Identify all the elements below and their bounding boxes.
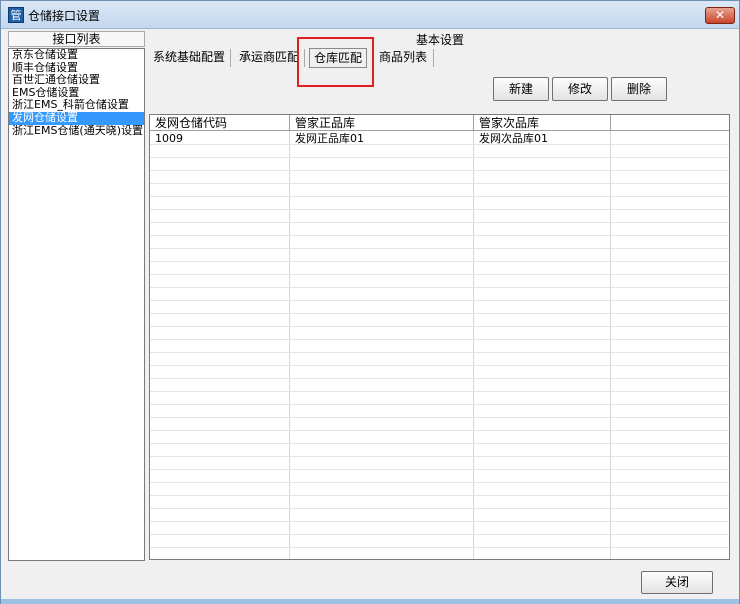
interface-list[interactable]: 京东仓储设置 顺丰仓储设置 百世汇通仓储设置 EMS仓储设置 浙江EMS_科箭仓…	[8, 48, 145, 561]
sidebar-item-best[interactable]: 百世汇通仓储设置	[9, 74, 144, 87]
sidebar-item-zj-ems-kejian[interactable]: 浙江EMS_科箭仓储设置	[9, 99, 144, 112]
empty-table-row	[150, 210, 729, 223]
dialog-window: 管 仓储接口设置 ✕ 接口列表 京东仓储设置 顺丰仓储设置 百世汇通仓储设置 E…	[0, 0, 740, 604]
window-bottom-edge	[1, 599, 739, 604]
empty-table-row	[150, 249, 729, 262]
empty-table-row	[150, 223, 729, 236]
cell-defective-stock: 发网次品库01	[479, 132, 548, 145]
empty-table-row	[150, 145, 729, 158]
empty-table-row	[150, 405, 729, 418]
cell-fawang-code: 1009	[155, 132, 183, 145]
sidebar-item-sf[interactable]: 顺丰仓储设置	[9, 62, 144, 75]
empty-table-row	[150, 379, 729, 392]
table-header: 发网仓储代码 管家正品库 管家次品库	[150, 115, 729, 131]
empty-table-row	[150, 288, 729, 301]
empty-table-row	[150, 353, 729, 366]
close-button[interactable]: 关闭	[641, 571, 713, 594]
window-close-icon[interactable]: ✕	[705, 7, 735, 24]
sidebar-item-fawang[interactable]: 发网仓储设置	[9, 111, 144, 125]
delete-button[interactable]: 删除	[611, 77, 667, 101]
cell-empty	[611, 132, 729, 145]
empty-table-row	[150, 470, 729, 483]
empty-table-row	[150, 171, 729, 184]
tab-divider	[230, 49, 231, 67]
empty-table-row	[150, 327, 729, 340]
tab-carrier-match[interactable]: 承运商匹配	[237, 46, 301, 68]
table-row[interactable]: 1009 发网正品库01 发网次品库01	[150, 132, 729, 145]
empty-table-row	[150, 444, 729, 457]
empty-table-row	[150, 236, 729, 249]
sidebar-item-ems[interactable]: EMS仓储设置	[9, 87, 144, 100]
tab-system-config[interactable]: 系统基础配置	[151, 46, 227, 68]
new-button[interactable]: 新建	[493, 77, 549, 101]
cell-good-stock: 发网正品库01	[295, 132, 364, 145]
empty-table-row	[150, 158, 729, 171]
empty-table-row	[150, 197, 729, 210]
empty-table-row	[150, 392, 729, 405]
empty-table-row	[150, 522, 729, 535]
column-header-good-stock[interactable]: 管家正品库	[290, 115, 474, 131]
sidebar-item-zj-ems-tongtianxiao[interactable]: 浙江EMS仓储(通天晓)设置	[9, 125, 144, 138]
empty-table-row	[150, 509, 729, 522]
empty-table-row	[150, 483, 729, 496]
empty-table-row	[150, 301, 729, 314]
column-header-fawang-code[interactable]: 发网仓储代码	[150, 115, 290, 131]
empty-table-row	[150, 535, 729, 548]
annotation-highlight-box	[297, 37, 374, 87]
empty-table-row	[150, 314, 729, 327]
sidebar-item-jd[interactable]: 京东仓储设置	[9, 49, 144, 62]
empty-table-row	[150, 431, 729, 444]
empty-table-row	[150, 184, 729, 197]
title-bar[interactable]: 管 仓储接口设置 ✕	[1, 1, 739, 29]
empty-table-row	[150, 340, 729, 353]
edit-button[interactable]: 修改	[552, 77, 608, 101]
empty-table-row	[150, 548, 729, 559]
empty-table-row	[150, 366, 729, 379]
empty-table-row	[150, 457, 729, 470]
tab-product-list[interactable]: 商品列表	[377, 46, 429, 68]
app-icon: 管	[8, 7, 24, 23]
empty-table-row	[150, 496, 729, 509]
sidebar-header: 接口列表	[8, 31, 145, 47]
column-header-defective-stock[interactable]: 管家次品库	[474, 115, 611, 131]
empty-table-row	[150, 262, 729, 275]
warehouse-match-table[interactable]: 发网仓储代码 管家正品库 管家次品库 1009 发网正品库01 发网次品库01	[149, 114, 730, 560]
empty-table-row	[150, 275, 729, 288]
column-header-empty	[611, 115, 729, 131]
tab-divider	[433, 49, 434, 67]
empty-table-row	[150, 418, 729, 431]
window-title: 仓储接口设置	[28, 9, 101, 23]
